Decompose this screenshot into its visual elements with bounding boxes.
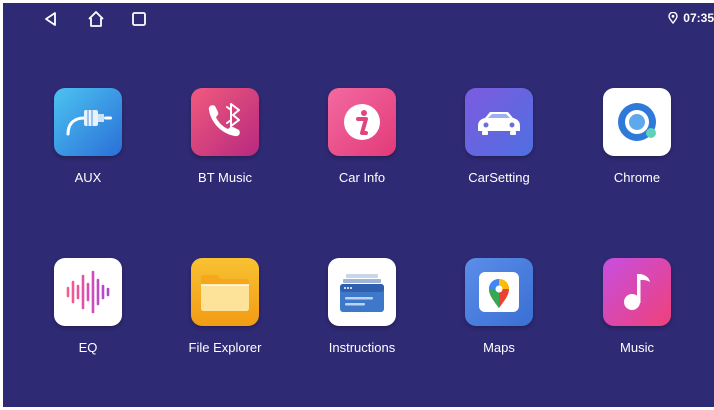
info-icon: [328, 88, 396, 156]
folder-icon: [191, 258, 259, 326]
home-screen: 07:35 AUX BT Music Car Info CarSetting C…: [3, 3, 714, 407]
aux-cable-icon: [54, 88, 122, 156]
app-aux[interactable]: AUX: [33, 88, 143, 198]
app-icon-eq: [54, 258, 122, 326]
car-icon: [465, 88, 533, 156]
music-note-icon: [603, 258, 671, 326]
app-icon-bt-music: [191, 88, 259, 156]
app-instructions[interactable]: Instructions: [307, 258, 417, 368]
app-icon-chrome: [603, 88, 671, 156]
app-label: AUX: [74, 170, 102, 185]
app-label: EQ: [78, 340, 98, 355]
app-icon-instructions: [328, 258, 396, 326]
maps-icon: [465, 258, 533, 326]
app-bt-music[interactable]: BT Music: [170, 88, 280, 198]
app-label: Instructions: [328, 340, 396, 355]
app-icon-file-explorer: [191, 258, 259, 326]
app-eq[interactable]: EQ: [33, 258, 143, 368]
app-label: Maps: [483, 340, 515, 355]
chrome-icon: [603, 88, 671, 156]
app-music[interactable]: Music: [582, 258, 692, 368]
app-chrome[interactable]: Chrome: [582, 88, 692, 198]
equalizer-icon: [54, 258, 122, 326]
app-maps[interactable]: Maps: [444, 258, 554, 368]
app-label: BT Music: [198, 170, 252, 185]
app-icon-maps: [465, 258, 533, 326]
app-label: Music: [620, 340, 654, 355]
app-label: Car Info: [338, 170, 386, 185]
app-label: Chrome: [613, 170, 661, 185]
app-file-explorer[interactable]: File Explorer: [170, 258, 280, 368]
bluetooth-phone-icon: [191, 88, 259, 156]
app-icon-carsetting: [465, 88, 533, 156]
app-car-info[interactable]: Car Info: [307, 88, 417, 198]
app-icon-aux: [54, 88, 122, 156]
instructions-icon: [328, 258, 396, 326]
app-grid: AUX BT Music Car Info CarSetting Chrome …: [3, 3, 714, 407]
app-carsetting[interactable]: CarSetting: [444, 88, 554, 198]
app-label: File Explorer: [188, 340, 262, 355]
app-icon-music: [603, 258, 671, 326]
app-icon-car-info: [328, 88, 396, 156]
app-label: CarSetting: [468, 170, 530, 185]
